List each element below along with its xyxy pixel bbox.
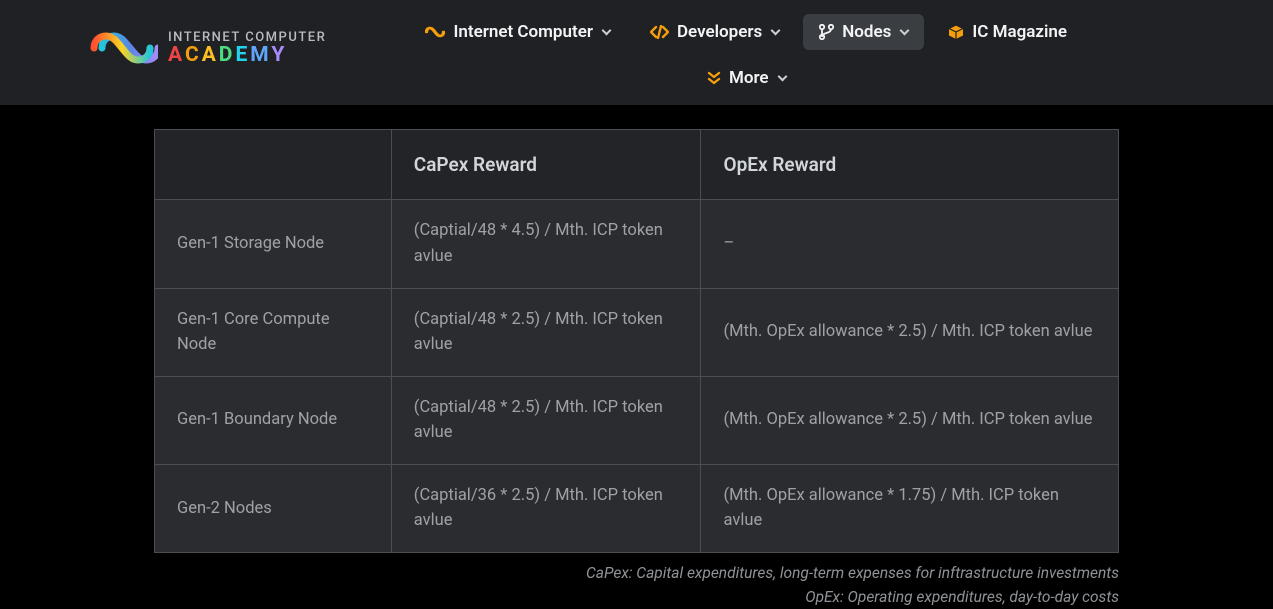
logo-text: INTERNET COMPUTER ACADEMY bbox=[168, 30, 326, 66]
row-name: Gen-1 Storage Node bbox=[155, 200, 392, 288]
rewards-table: CaPex Reward OpEx Reward Gen-1 Storage N… bbox=[154, 129, 1119, 553]
header: INTERNET COMPUTER ACADEMY Internet Compu… bbox=[0, 0, 1273, 105]
branch-icon bbox=[819, 24, 834, 40]
infinity-icon bbox=[425, 25, 445, 39]
row-name: Gen-2 Nodes bbox=[155, 464, 392, 552]
nav-internet-computer[interactable]: Internet Computer bbox=[409, 14, 625, 50]
table-row: Gen-1 Boundary Node (Captial/48 * 2.5) /… bbox=[155, 376, 1119, 464]
nav-nodes[interactable]: Nodes bbox=[803, 14, 924, 50]
row-opex: – bbox=[701, 200, 1119, 288]
row-capex: (Captial/48 * 2.5) / Mth. ICP token avlu… bbox=[391, 288, 701, 376]
footnote-capex: CaPex: Capital expenditures, long-term e… bbox=[154, 561, 1119, 585]
row-name: Gen-1 Core Compute Node bbox=[155, 288, 392, 376]
row-opex: (Mth. OpEx allowance * 2.5) / Mth. ICP t… bbox=[701, 376, 1119, 464]
chevron-down-icon bbox=[602, 26, 612, 36]
chevron-down-icon bbox=[777, 72, 787, 82]
row-capex: (Captial/36 * 2.5) / Mth. ICP token avlu… bbox=[391, 464, 701, 552]
nav-ic-magazine[interactable]: IC Magazine bbox=[932, 14, 1083, 50]
chevron-down-icon bbox=[771, 26, 781, 36]
table-row: Gen-2 Nodes (Captial/36 * 2.5) / Mth. IC… bbox=[155, 464, 1119, 552]
header-opex: OpEx Reward bbox=[701, 130, 1119, 200]
nav-label: More bbox=[729, 68, 769, 88]
row-capex: (Captial/48 * 4.5) / Mth. ICP token avlu… bbox=[391, 200, 701, 288]
nav-label: Internet Computer bbox=[453, 22, 592, 42]
header-empty bbox=[155, 130, 392, 200]
table-header-row: CaPex Reward OpEx Reward bbox=[155, 130, 1119, 200]
row-opex: (Mth. OpEx allowance * 2.5) / Mth. ICP t… bbox=[701, 288, 1119, 376]
cube-icon bbox=[948, 24, 964, 40]
row-capex: (Captial/48 * 2.5) / Mth. ICP token avlu… bbox=[391, 376, 701, 464]
footnotes: CaPex: Capital expenditures, long-term e… bbox=[154, 561, 1119, 609]
header-capex: CaPex Reward bbox=[391, 130, 701, 200]
double-chevron-down-icon bbox=[707, 71, 721, 85]
nav-label: IC Magazine bbox=[972, 22, 1067, 42]
main-nav: Internet Computer Developers Nodes IC Ma… bbox=[366, 0, 1126, 96]
row-name: Gen-1 Boundary Node bbox=[155, 376, 392, 464]
logo[interactable]: INTERNET COMPUTER ACADEMY bbox=[0, 0, 366, 68]
logo-line2: ACADEMY bbox=[168, 45, 326, 66]
table-row: Gen-1 Storage Node (Captial/48 * 4.5) / … bbox=[155, 200, 1119, 288]
row-opex: (Mth. OpEx allowance * 1.75) / Mth. ICP … bbox=[701, 464, 1119, 552]
code-icon bbox=[650, 25, 669, 39]
nav-label: Developers bbox=[677, 22, 762, 42]
nav-label: Nodes bbox=[842, 22, 891, 42]
nav-more[interactable]: More bbox=[691, 60, 802, 96]
chevron-down-icon bbox=[900, 26, 910, 36]
infinity-logo-icon bbox=[90, 28, 158, 68]
main-content: CaPex Reward OpEx Reward Gen-1 Storage N… bbox=[0, 105, 1273, 609]
table-row: Gen-1 Core Compute Node (Captial/48 * 2.… bbox=[155, 288, 1119, 376]
footnote-opex: OpEx: Operating expenditures, day-to-day… bbox=[154, 585, 1119, 609]
nav-developers[interactable]: Developers bbox=[634, 14, 795, 50]
